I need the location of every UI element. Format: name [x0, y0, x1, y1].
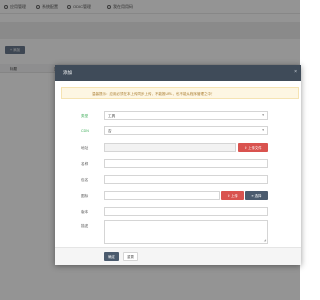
chevron-down-icon: ▾ — [262, 128, 264, 132]
name-input[interactable] — [104, 159, 268, 168]
resize-handle-icon[interactable]: ◢ — [264, 238, 266, 242]
upload-button-label: 上传 — [231, 194, 238, 198]
dialog-footer: 确定 重置 — [55, 247, 301, 265]
package-label: 包名 — [81, 178, 89, 182]
url-input[interactable] — [104, 143, 236, 152]
icon-label: 图标 — [81, 194, 89, 198]
cdn-select-value: 否 — [108, 129, 112, 133]
dialog-title: 添加 — [63, 70, 72, 75]
icon-input[interactable] — [104, 191, 220, 200]
cdn-select[interactable]: 否 ▾ — [104, 126, 268, 135]
choose-button-label: 选择 — [254, 194, 262, 198]
dialog-header: 添加 × — [55, 65, 301, 81]
upload-icon: ⇪ — [227, 193, 231, 198]
package-input[interactable] — [104, 175, 268, 184]
confirm-button[interactable]: 确定 — [104, 252, 119, 261]
warning-alert: 温馨提示：应用必须在本上传同步上传，不能推URL，也不能从程序管理之中！ — [61, 87, 299, 99]
name-label: 名称 — [81, 162, 89, 166]
version-label: 版本 — [81, 210, 89, 214]
url-label: 地址 — [81, 146, 89, 150]
description-label: 描述 — [81, 224, 89, 228]
upload-file-label: 上传文件 — [248, 146, 262, 150]
choose-icon-button[interactable]: ≡ 选择 — [245, 191, 268, 200]
reset-button[interactable]: 重置 — [123, 252, 138, 261]
upload-icon-button[interactable]: ⇪ 上传 — [221, 191, 244, 200]
list-icon: ≡ — [251, 193, 254, 198]
chevron-down-icon: ▾ — [262, 113, 264, 117]
close-icon[interactable]: × — [294, 69, 297, 75]
type-label: 类型 — [81, 114, 89, 118]
upload-file-button[interactable]: ⇪ 上传文件 — [238, 143, 268, 152]
cdn-label: CDN — [81, 129, 89, 133]
add-dialog: 添加 × 温馨提示：应用必须在本上传同步上传，不能推URL，也不能从程序管理之中… — [55, 65, 301, 265]
description-textarea[interactable]: ◢ — [104, 220, 268, 244]
type-select-value: 工具 — [108, 114, 116, 118]
type-select[interactable]: 工具 ▾ — [104, 111, 268, 120]
version-input[interactable] — [104, 207, 268, 216]
upload-icon: ⇪ — [244, 145, 248, 150]
